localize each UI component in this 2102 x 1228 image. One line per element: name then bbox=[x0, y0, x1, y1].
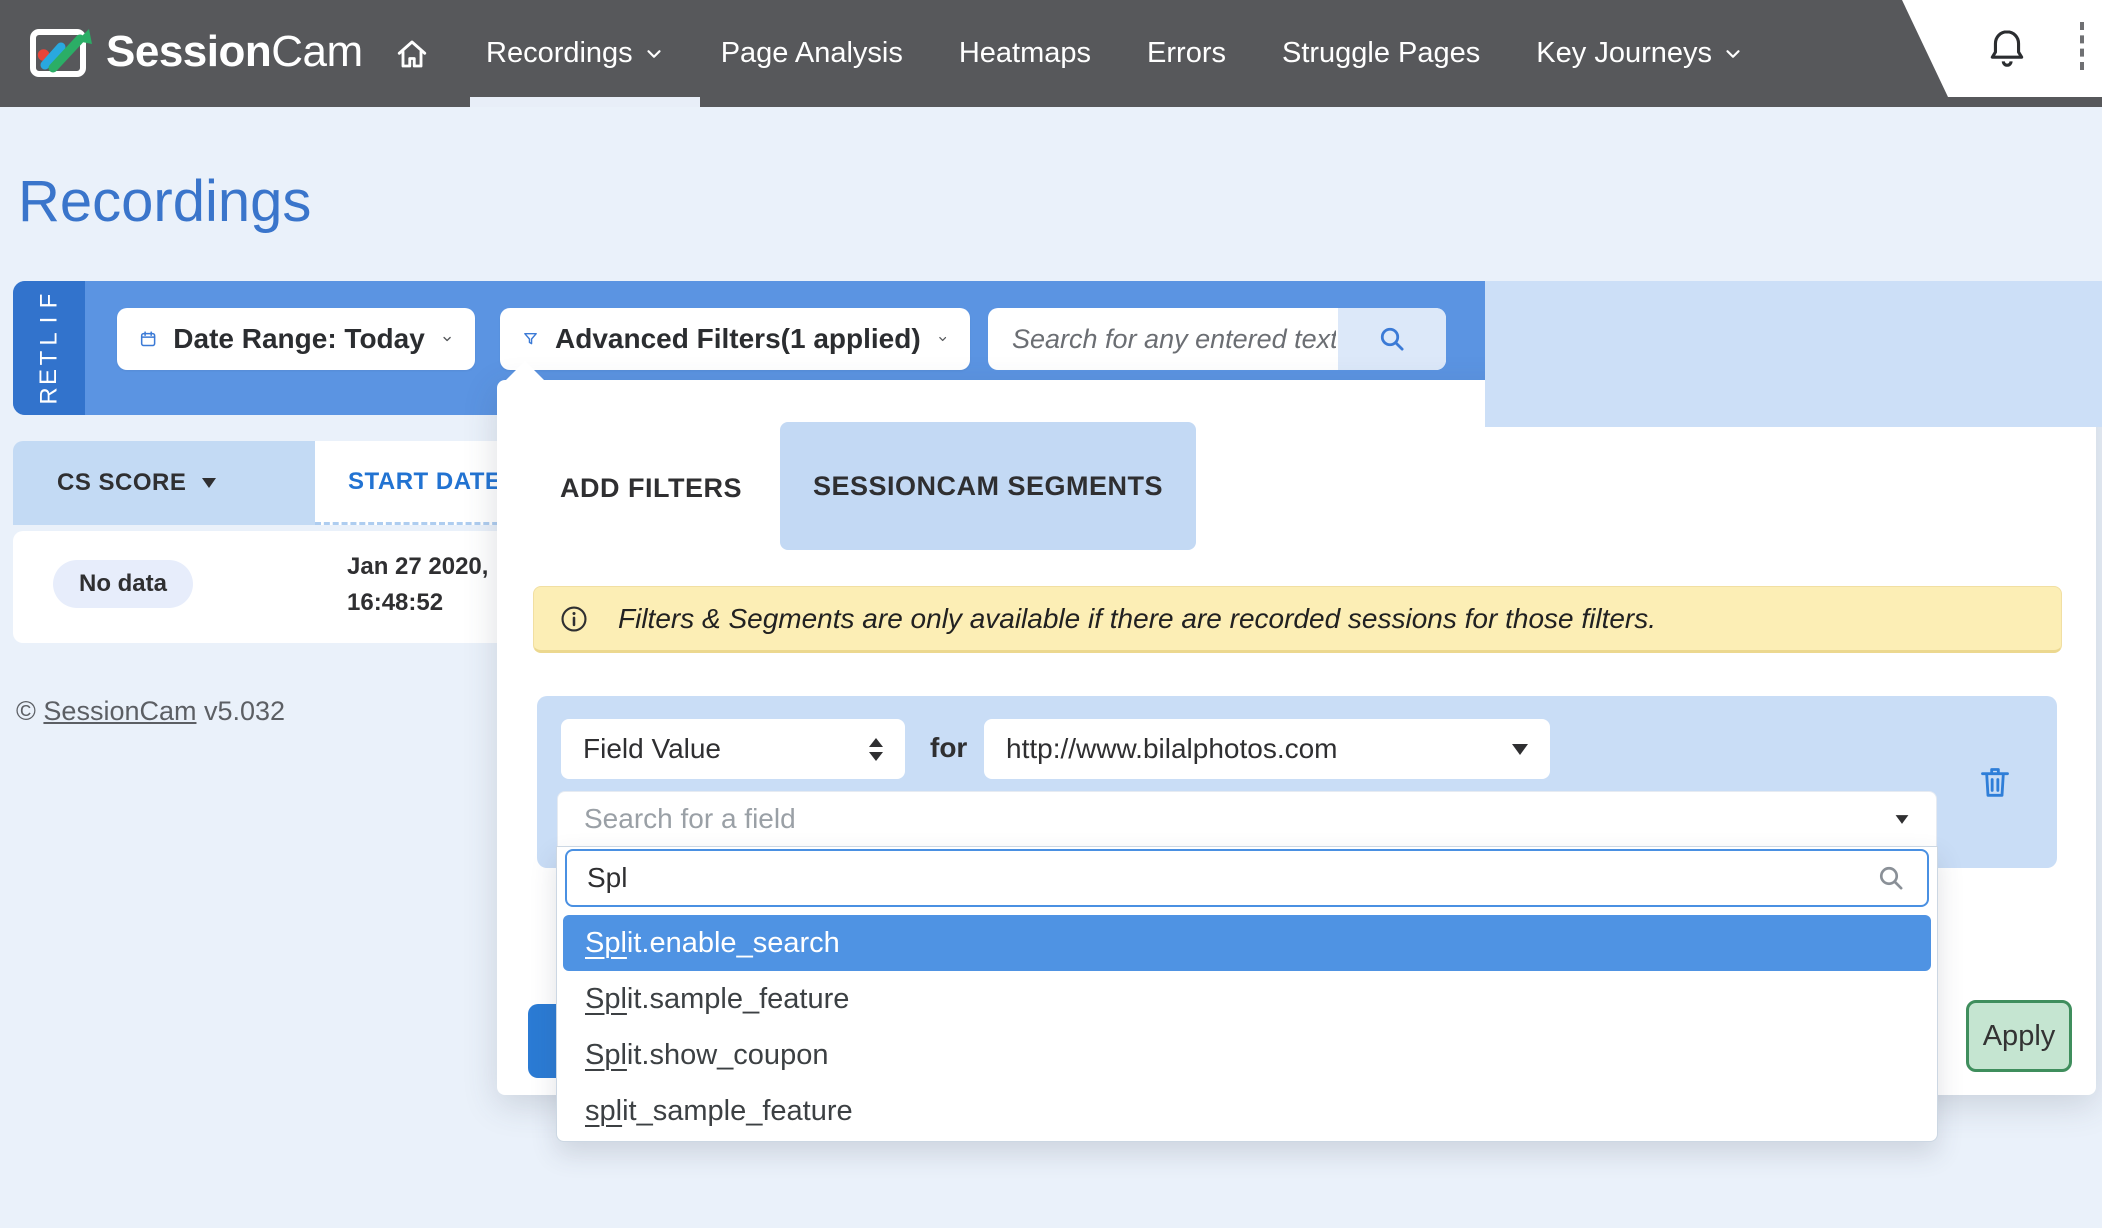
date-range-label: Date Range: Today bbox=[173, 323, 425, 355]
nav-key-journeys[interactable]: Key Journeys bbox=[1536, 37, 1744, 70]
dropdown-arrow-icon bbox=[1512, 744, 1528, 755]
site-value: http://www.bilalphotos.com bbox=[1006, 733, 1512, 765]
info-icon bbox=[558, 603, 590, 635]
text-search-box bbox=[988, 308, 1446, 370]
field-suggestions-dropdown: Split.enable_searchSplit.sample_featureS… bbox=[556, 846, 1938, 1142]
popover-arrow bbox=[505, 361, 545, 381]
field-type-value: Field Value bbox=[583, 733, 849, 765]
top-nav-bar: SessionCam Recordings Page Analysis Heat… bbox=[0, 0, 2102, 107]
app-canvas: SessionCam Recordings Page Analysis Heat… bbox=[0, 0, 2102, 1228]
nav-page-analysis[interactable]: Page Analysis bbox=[721, 37, 903, 70]
tab-add-filters[interactable]: ADD FILTERS bbox=[560, 473, 742, 504]
brand-name-bold: Session bbox=[106, 27, 271, 76]
field-search-select[interactable]: Search for a field bbox=[557, 791, 1937, 846]
text-search-input[interactable] bbox=[988, 308, 1336, 370]
suggestion-item[interactable]: split_sample_feature bbox=[563, 1083, 1931, 1139]
remove-filter-button[interactable] bbox=[1975, 762, 2015, 802]
search-icon bbox=[1376, 323, 1408, 355]
apply-button[interactable]: Apply bbox=[1966, 1000, 2072, 1072]
field-query-input[interactable] bbox=[587, 862, 1875, 894]
trash-icon bbox=[1975, 762, 2015, 802]
tab-sessioncam-segments[interactable]: SESSIONCAM SEGMENTS bbox=[780, 422, 1196, 550]
chevron-down-icon bbox=[441, 329, 453, 349]
column-header-start-date[interactable]: START DATE bbox=[315, 441, 507, 525]
sessioncam-link[interactable]: SessionCam bbox=[43, 696, 196, 726]
brand-logo[interactable]: SessionCam bbox=[30, 24, 363, 80]
more-menu-icon[interactable] bbox=[2080, 22, 2084, 70]
suggestion-item[interactable]: Split.enable_search bbox=[563, 915, 1931, 971]
nav-recordings[interactable]: Recordings bbox=[486, 37, 665, 70]
date-range-button[interactable]: Date Range: Today bbox=[117, 308, 475, 370]
brand-name-light: Cam bbox=[271, 27, 362, 76]
nav-active-indicator bbox=[470, 97, 700, 107]
field-query-box bbox=[565, 849, 1929, 907]
column-header-cs-score[interactable]: CS SCORE bbox=[13, 441, 315, 525]
dropdown-arrow-icon bbox=[1896, 815, 1909, 824]
cs-score-badge: No data bbox=[53, 560, 193, 608]
chevron-down-icon bbox=[937, 329, 948, 349]
bell-icon bbox=[1985, 26, 2029, 70]
filter-bar-extension bbox=[1485, 281, 2102, 427]
suggestion-list: Split.enable_searchSplit.sample_featureS… bbox=[563, 915, 1931, 1139]
primary-nav: Recordings Page Analysis Heatmaps Errors… bbox=[394, 0, 1744, 107]
start-date-value: Jan 27 2020, 16:48:52 bbox=[347, 549, 488, 621]
chevron-down-icon bbox=[1722, 43, 1744, 65]
start-date-label: START DATE bbox=[348, 468, 501, 496]
table-row[interactable]: No data Jan 27 2020, 16:48:52 bbox=[13, 531, 507, 643]
version-footer: © SessionCam v5.032 bbox=[16, 696, 285, 727]
suggestion-item[interactable]: Split.show_coupon bbox=[563, 1027, 1931, 1083]
page-title: Recordings bbox=[18, 168, 311, 235]
search-submit-button[interactable] bbox=[1338, 308, 1446, 370]
cs-score-label: CS SCORE bbox=[57, 469, 186, 497]
field-search-placeholder: Search for a field bbox=[584, 803, 1894, 835]
nav-struggle-pages[interactable]: Struggle Pages bbox=[1282, 37, 1480, 70]
spinner-arrows-icon bbox=[869, 738, 883, 761]
info-banner-text: Filters & Segments are only available if… bbox=[618, 603, 1656, 635]
chevron-down-icon bbox=[643, 43, 665, 65]
advanced-filters-button[interactable]: Advanced Filters(1 applied) bbox=[500, 308, 970, 370]
funnel-icon bbox=[522, 324, 539, 354]
nav-heatmaps[interactable]: Heatmaps bbox=[959, 37, 1091, 70]
nav-home[interactable] bbox=[394, 36, 430, 72]
nav-errors[interactable]: Errors bbox=[1147, 37, 1226, 70]
field-type-select[interactable]: Field Value bbox=[561, 719, 905, 779]
site-select[interactable]: http://www.bilalphotos.com bbox=[984, 719, 1550, 779]
for-label: for bbox=[930, 732, 967, 764]
version-number: v5.032 bbox=[204, 696, 285, 726]
filter-sidebar-tab[interactable]: FILTER bbox=[13, 281, 85, 415]
sessioncam-logo-icon bbox=[30, 24, 96, 80]
advanced-filters-label: Advanced Filters(1 applied) bbox=[555, 323, 921, 355]
search-icon bbox=[1875, 862, 1907, 894]
nav-recordings-label: Recordings bbox=[486, 37, 633, 70]
info-banner: Filters & Segments are only available if… bbox=[533, 586, 2062, 653]
brand-name: SessionCam bbox=[106, 27, 363, 77]
home-icon bbox=[394, 36, 430, 72]
notifications-button[interactable] bbox=[1985, 26, 2029, 70]
calendar-icon bbox=[139, 324, 157, 354]
sort-desc-icon bbox=[202, 478, 216, 488]
suggestion-item[interactable]: Split.sample_feature bbox=[563, 971, 1931, 1027]
